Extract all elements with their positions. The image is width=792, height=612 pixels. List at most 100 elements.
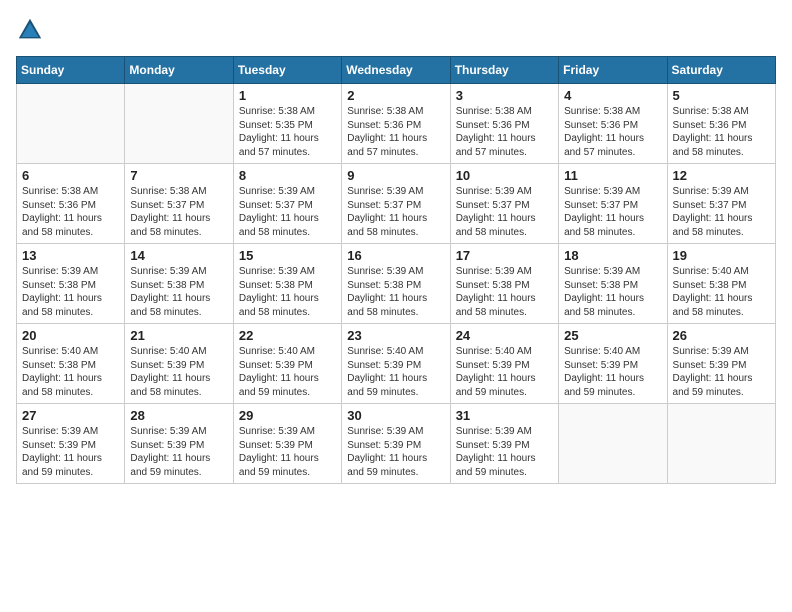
col-header-thursday: Thursday — [450, 57, 558, 84]
calendar-cell: 8Sunrise: 5:39 AMSunset: 5:37 PMDaylight… — [233, 164, 341, 244]
col-header-monday: Monday — [125, 57, 233, 84]
calendar-header-row: SundayMondayTuesdayWednesdayThursdayFrid… — [17, 57, 776, 84]
day-number: 2 — [347, 88, 444, 103]
calendar-cell: 17 Sunrise: 5:39 AMSunset: 5:38 PMDayligh… — [450, 244, 558, 324]
day-info: Sunrise: 5:39 AMSunset: 5:39 PMDaylight:… — [130, 425, 227, 479]
calendar-cell: 12Sunrise: 5:39 AMSunset: 5:37 PMDayligh… — [667, 164, 775, 244]
calendar-week-2: 6 Sunrise: 5:38 AMSunset: 5:36 PMDaylight… — [17, 164, 776, 244]
day-number: 17 — [456, 248, 553, 263]
logo — [16, 16, 48, 44]
calendar-cell: 5 Sunrise: 5:38 AMSunset: 5:36 PMDaylight… — [667, 84, 775, 164]
page-header — [16, 16, 776, 44]
day-number: 18 — [564, 248, 661, 263]
day-info: Sunrise: 5:38 AMSunset: 5:36 PMDaylight:… — [22, 185, 119, 239]
calendar-cell — [667, 404, 775, 484]
day-info: Sunrise: 5:39 AMSunset: 5:39 PMDaylight:… — [22, 425, 119, 479]
day-number: 25 — [564, 328, 661, 343]
calendar-cell: 25 Sunrise: 5:40 AMSunset: 5:39 PMDayligh… — [559, 324, 667, 404]
calendar-cell: 11Sunrise: 5:39 AMSunset: 5:37 PMDayligh… — [559, 164, 667, 244]
calendar-cell: 30 Sunrise: 5:39 AMSunset: 5:39 PMDayligh… — [342, 404, 450, 484]
calendar-cell: 10Sunrise: 5:39 AMSunset: 5:37 PMDayligh… — [450, 164, 558, 244]
day-number: 14 — [130, 248, 227, 263]
day-number: 19 — [673, 248, 770, 263]
day-number: 20 — [22, 328, 119, 343]
calendar-cell: 27 Sunrise: 5:39 AMSunset: 5:39 PMDayligh… — [17, 404, 125, 484]
day-number: 28 — [130, 408, 227, 423]
day-number: 9 — [347, 168, 444, 183]
day-info: Sunrise: 5:38 AMSunset: 5:35 PMDaylight:… — [239, 105, 336, 159]
calendar-cell: 2 Sunrise: 5:38 AMSunset: 5:36 PMDaylight… — [342, 84, 450, 164]
calendar-week-4: 20 Sunrise: 5:40 AMSunset: 5:38 PMDayligh… — [17, 324, 776, 404]
calendar-cell: 7Sunrise: 5:38 AMSunset: 5:37 PMDaylight… — [125, 164, 233, 244]
calendar-cell: 28 Sunrise: 5:39 AMSunset: 5:39 PMDayligh… — [125, 404, 233, 484]
day-number: 12 — [673, 168, 770, 183]
day-info: Sunrise: 5:40 AMSunset: 5:39 PMDaylight:… — [239, 345, 336, 399]
calendar-cell: 31 Sunrise: 5:39 AMSunset: 5:39 PMDayligh… — [450, 404, 558, 484]
calendar-week-5: 27 Sunrise: 5:39 AMSunset: 5:39 PMDayligh… — [17, 404, 776, 484]
day-info: Sunrise: 5:40 AMSunset: 5:39 PMDaylight:… — [564, 345, 661, 399]
day-info: Sunrise: 5:39 AMSunset: 5:39 PMDaylight:… — [456, 425, 553, 479]
day-number: 3 — [456, 88, 553, 103]
calendar-table: SundayMondayTuesdayWednesdayThursdayFrid… — [16, 56, 776, 484]
day-info: Sunrise: 5:38 AMSunset: 5:36 PMDaylight:… — [347, 105, 444, 159]
day-number: 24 — [456, 328, 553, 343]
day-info: Sunrise: 5:38 AMSunset: 5:36 PMDaylight:… — [564, 105, 661, 159]
calendar-cell: 21 Sunrise: 5:40 AMSunset: 5:39 PMDayligh… — [125, 324, 233, 404]
col-header-saturday: Saturday — [667, 57, 775, 84]
day-number: 13 — [22, 248, 119, 263]
day-info: Sunrise: 5:39 AMSunset: 5:39 PMDaylight:… — [347, 425, 444, 479]
calendar-cell: 22 Sunrise: 5:40 AMSunset: 5:39 PMDayligh… — [233, 324, 341, 404]
day-info: Sunrise: 5:39 AMSunset: 5:37 PMDaylight:… — [347, 185, 444, 239]
col-header-tuesday: Tuesday — [233, 57, 341, 84]
day-number: 16 — [347, 248, 444, 263]
day-info: Sunrise: 5:39 AMSunset: 5:38 PMDaylight:… — [564, 265, 661, 319]
day-number: 15 — [239, 248, 336, 263]
logo-icon — [16, 16, 44, 44]
day-number: 21 — [130, 328, 227, 343]
day-number: 27 — [22, 408, 119, 423]
day-number: 30 — [347, 408, 444, 423]
calendar-cell: 18 Sunrise: 5:39 AMSunset: 5:38 PMDayligh… — [559, 244, 667, 324]
calendar-cell: 14Sunrise: 5:39 AMSunset: 5:38 PMDayligh… — [125, 244, 233, 324]
day-number: 8 — [239, 168, 336, 183]
calendar-cell — [125, 84, 233, 164]
calendar-cell — [17, 84, 125, 164]
day-number: 1 — [239, 88, 336, 103]
calendar-cell: 23 Sunrise: 5:40 AMSunset: 5:39 PMDayligh… — [342, 324, 450, 404]
calendar-cell: 24Sunrise: 5:40 AMSunset: 5:39 PMDayligh… — [450, 324, 558, 404]
day-info: Sunrise: 5:38 AMSunset: 5:36 PMDaylight:… — [673, 105, 770, 159]
day-info: Sunrise: 5:39 AMSunset: 5:38 PMDaylight:… — [239, 265, 336, 319]
calendar-cell: 9 Sunrise: 5:39 AMSunset: 5:37 PMDaylight… — [342, 164, 450, 244]
day-info: Sunrise: 5:38 AMSunset: 5:37 PMDaylight:… — [130, 185, 227, 239]
calendar-cell: 13Sunrise: 5:39 AMSunset: 5:38 PMDayligh… — [17, 244, 125, 324]
day-info: Sunrise: 5:39 AMSunset: 5:39 PMDaylight:… — [239, 425, 336, 479]
calendar-cell: 4 Sunrise: 5:38 AMSunset: 5:36 PMDaylight… — [559, 84, 667, 164]
day-number: 22 — [239, 328, 336, 343]
calendar-cell: 20 Sunrise: 5:40 AMSunset: 5:38 PMDayligh… — [17, 324, 125, 404]
day-info: Sunrise: 5:40 AMSunset: 5:39 PMDaylight:… — [130, 345, 227, 399]
calendar-cell: 3 Sunrise: 5:38 AMSunset: 5:36 PMDaylight… — [450, 84, 558, 164]
day-info: Sunrise: 5:39 AMSunset: 5:37 PMDaylight:… — [564, 185, 661, 239]
calendar-cell — [559, 404, 667, 484]
day-info: Sunrise: 5:40 AMSunset: 5:39 PMDaylight:… — [347, 345, 444, 399]
day-number: 6 — [22, 168, 119, 183]
calendar-cell: 19Sunrise: 5:40 AMSunset: 5:38 PMDayligh… — [667, 244, 775, 324]
day-info: Sunrise: 5:38 AMSunset: 5:36 PMDaylight:… — [456, 105, 553, 159]
calendar-cell: 15 Sunrise: 5:39 AMSunset: 5:38 PMDayligh… — [233, 244, 341, 324]
day-number: 31 — [456, 408, 553, 423]
col-header-friday: Friday — [559, 57, 667, 84]
calendar-week-3: 13 Sunrise: 5:39 AMSunset: 5:38 PMDayligh… — [17, 244, 776, 324]
col-header-sunday: Sunday — [17, 57, 125, 84]
day-info: Sunrise: 5:39 AMSunset: 5:38 PMDaylight:… — [456, 265, 553, 319]
calendar-week-1: 1 Sunrise: 5:38 AMSunset: 5:35 PMDaylight… — [17, 84, 776, 164]
day-info: Sunrise: 5:39 AMSunset: 5:39 PMDaylight:… — [673, 345, 770, 399]
day-number: 23 — [347, 328, 444, 343]
day-number: 5 — [673, 88, 770, 103]
calendar-cell: 29 Sunrise: 5:39 AMSunset: 5:39 PMDayligh… — [233, 404, 341, 484]
day-number: 29 — [239, 408, 336, 423]
calendar-cell: 6 Sunrise: 5:38 AMSunset: 5:36 PMDaylight… — [17, 164, 125, 244]
day-info: Sunrise: 5:40 AMSunset: 5:38 PMDaylight:… — [22, 345, 119, 399]
day-number: 26 — [673, 328, 770, 343]
day-number: 4 — [564, 88, 661, 103]
day-info: Sunrise: 5:39 AMSunset: 5:37 PMDaylight:… — [456, 185, 553, 239]
